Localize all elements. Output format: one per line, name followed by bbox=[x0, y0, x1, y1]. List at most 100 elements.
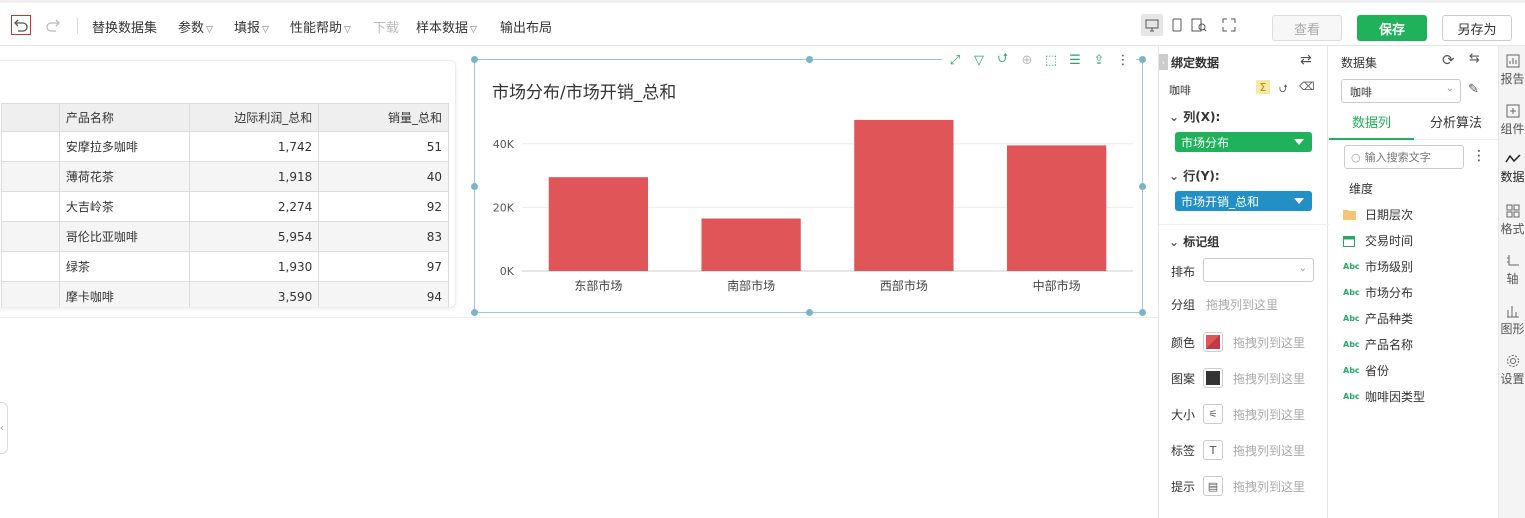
refresh-icon[interactable]: ⟳ bbox=[1442, 51, 1455, 69]
size-icon[interactable]: ⚟ bbox=[1203, 404, 1223, 424]
chevron-down-icon: ⌄ bbox=[1298, 263, 1307, 274]
table-row: 大吉岭茶 2,274 92 bbox=[1, 191, 449, 222]
dataset-switch-icon[interactable]: ⇆ bbox=[1469, 51, 1480, 66]
axis-icon bbox=[1499, 252, 1525, 270]
bar[interactable] bbox=[1006, 145, 1107, 271]
search-field[interactable] bbox=[1364, 150, 1459, 164]
sidebar-item-axis[interactable]: 轴 bbox=[1499, 252, 1525, 287]
redo-icon[interactable] bbox=[42, 14, 64, 36]
table-header: 产品名称 bbox=[58, 103, 190, 132]
mark-pattern-row[interactable]: 图案 拖拽列到这里 bbox=[1171, 367, 1305, 389]
field-item[interactable]: Abc 产品名称 bbox=[1343, 336, 1413, 353]
sort-select[interactable]: ⌄ bbox=[1203, 258, 1314, 282]
mark-color-row[interactable]: 颜色 拖拽列到这里 bbox=[1171, 331, 1305, 353]
search-input[interactable]: ○ bbox=[1344, 145, 1464, 169]
sidebar-item-data[interactable]: 数据 bbox=[1499, 150, 1525, 185]
tab-columns[interactable]: 数据列 bbox=[1329, 114, 1414, 140]
chevron-down-icon: ▽ bbox=[206, 25, 213, 35]
field-item[interactable]: Abc 产品种类 bbox=[1343, 310, 1413, 327]
text-field-icon: Abc bbox=[1343, 392, 1360, 401]
field-item[interactable]: Abc 市场级别 bbox=[1343, 258, 1413, 275]
field-item[interactable]: Abc 市场分布 bbox=[1343, 284, 1413, 301]
text-field-icon: Abc bbox=[1343, 288, 1360, 297]
format-icon bbox=[1499, 202, 1525, 220]
y-tick-label: 0K bbox=[500, 265, 515, 278]
sidebar-item-format[interactable]: 格式 bbox=[1499, 202, 1525, 237]
chevron-down-icon: ▽ bbox=[344, 25, 351, 35]
field-item[interactable]: Abc 省份 bbox=[1343, 362, 1389, 379]
fill-menu[interactable]: 填报 ▽ bbox=[234, 17, 269, 36]
field-item[interactable]: 日期层次 bbox=[1343, 206, 1413, 223]
field-item[interactable]: 交易时间 bbox=[1343, 232, 1413, 249]
pattern-icon[interactable] bbox=[1203, 368, 1223, 388]
more-options-icon[interactable]: ⋮ bbox=[1472, 148, 1486, 164]
rows-field-pill[interactable]: 市场开销_总和 bbox=[1175, 191, 1312, 211]
bar[interactable] bbox=[548, 177, 649, 271]
dataset-select[interactable]: 咖啡 ⌄ bbox=[1341, 79, 1461, 103]
x-tick-label: 中部市场 bbox=[1033, 278, 1081, 293]
chevron-down-icon: ▽ bbox=[470, 25, 477, 35]
mobile-view-icon[interactable] bbox=[1166, 14, 1188, 36]
table-header: 销量_总和 bbox=[318, 103, 449, 132]
data-icon bbox=[1499, 150, 1525, 168]
params-menu[interactable]: 参数 ▽ bbox=[178, 17, 213, 36]
hierarchy-icon[interactable]: ⮍ bbox=[1279, 80, 1288, 99]
dimension-label: 维度 bbox=[1349, 182, 1374, 196]
color-icon[interactable] bbox=[1203, 332, 1223, 352]
calendar-icon bbox=[1343, 234, 1359, 248]
y-tick-label: 20K bbox=[493, 201, 515, 214]
swap-icon[interactable]: ⇄ bbox=[1300, 52, 1312, 68]
desktop-view-icon[interactable] bbox=[1141, 14, 1163, 36]
table-header-row: 产品名称 边际利润_总和 销量_总和 bbox=[1, 103, 449, 132]
sample-data-menu[interactable]: 样本数据 ▽ bbox=[416, 17, 477, 36]
sidebar-item-graph[interactable]: 图形 bbox=[1499, 302, 1525, 337]
perf-help-menu[interactable]: 性能帮助 ▽ bbox=[290, 17, 351, 36]
replace-dataset-menu[interactable]: 替换数据集 bbox=[92, 17, 157, 36]
output-layout-menu[interactable]: 输出布局 bbox=[500, 17, 552, 36]
chart-plot: 0K 20K 40K 东部市场 南部市场 西部市场 中部市场 bbox=[493, 119, 1133, 293]
undo-icon[interactable] bbox=[11, 15, 31, 35]
dataset-panel: 数据集 ⟳ ⇆ 咖啡⌄ ✎ 数据列 分析算法 ○ ⋮ 维度 日期层次 交易时间 … bbox=[1329, 46, 1498, 518]
tab-analysis[interactable]: 分析算法 bbox=[1414, 114, 1498, 140]
download-menu[interactable]: 下载 bbox=[373, 17, 399, 36]
search-icon: ○ bbox=[1351, 150, 1361, 164]
field-item[interactable]: Abc 咖啡因类型 bbox=[1343, 388, 1425, 405]
bar-chart-component[interactable]: ⤢ ▽ ⮍ ⊕ ⬚ ☰ ⇪ ⋮ 市场分布/市场开销_总和 0K 20K 40K 东部市… bbox=[471, 48, 1146, 316]
sidebar-item-report[interactable]: 报告 bbox=[1499, 52, 1525, 87]
edit-dataset-icon[interactable]: ✎ bbox=[1468, 82, 1479, 97]
graph-icon bbox=[1499, 302, 1525, 320]
save-as-button[interactable]: 另存为 bbox=[1442, 15, 1512, 41]
folder-icon bbox=[1343, 208, 1359, 222]
bar[interactable] bbox=[854, 119, 954, 271]
dataset-name: 咖啡 bbox=[1169, 84, 1191, 97]
text-field-icon: Abc bbox=[1343, 314, 1360, 323]
fullscreen-icon[interactable] bbox=[1218, 14, 1240, 36]
mark-tooltip-row[interactable]: 提示 ▤ 拖拽列到这里 bbox=[1171, 475, 1305, 497]
tooltip-icon[interactable]: ▤ bbox=[1203, 476, 1223, 496]
text-field-icon: Abc bbox=[1343, 340, 1360, 349]
rows-label: ⌄ 行(Y): bbox=[1169, 169, 1220, 183]
table-row: 安摩拉多咖啡 1,742 51 bbox=[1, 131, 449, 162]
save-button[interactable]: 保存 bbox=[1357, 15, 1427, 41]
data-table: 产品名称 边际利润_总和 销量_总和 安摩拉多咖啡 1,742 51 薄荷花茶 1,9… bbox=[1, 103, 449, 307]
bar[interactable] bbox=[701, 218, 801, 271]
binding-title: 绑定数据 bbox=[1171, 56, 1220, 70]
report-canvas[interactable]: 产品名称 边际利润_总和 销量_总和 安摩拉多咖啡 1,742 51 薄荷花茶 1,9… bbox=[0, 46, 1158, 518]
preview-doc-icon[interactable] bbox=[1188, 14, 1210, 36]
sidebar-item-component[interactable]: 组件 bbox=[1499, 102, 1525, 137]
collapse-left-handle[interactable]: ‹ bbox=[0, 402, 8, 454]
view-button[interactable]: 查看 bbox=[1272, 15, 1342, 41]
collapse-panel-icon[interactable]: › bbox=[1159, 54, 1168, 70]
group-drop-hint[interactable]: 拖拽列到这里 bbox=[1206, 296, 1278, 313]
group-label: 分组 bbox=[1171, 298, 1196, 312]
columns-field-pill[interactable]: 市场分布 bbox=[1175, 132, 1312, 152]
eraser-icon[interactable]: ⌫ bbox=[1299, 80, 1315, 93]
table-component[interactable]: 产品名称 边际利润_总和 销量_总和 安摩拉多咖啡 1,742 51 薄荷花茶 1,9… bbox=[0, 60, 456, 308]
label-icon[interactable]: T bbox=[1203, 440, 1223, 460]
columns-label: ⌄ 列(X): bbox=[1169, 110, 1221, 124]
sum-icon[interactable]: Σ bbox=[1256, 80, 1270, 94]
dropdown-icon bbox=[1294, 198, 1304, 204]
mark-size-row[interactable]: 大小 ⚟ 拖拽列到这里 bbox=[1171, 403, 1305, 425]
sidebar-item-settings[interactable]: 设置 bbox=[1499, 352, 1525, 387]
mark-label-row[interactable]: 标签 T 拖拽列到这里 bbox=[1171, 439, 1305, 461]
